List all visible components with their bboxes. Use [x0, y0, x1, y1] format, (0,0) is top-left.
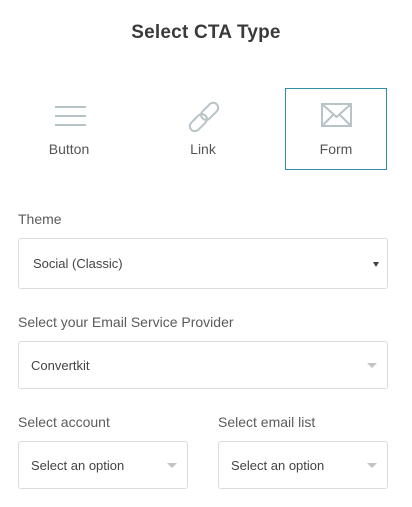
esp-select[interactable]: Convertkit: [18, 341, 388, 389]
envelope-icon: [286, 101, 386, 133]
link-icon: [153, 101, 253, 133]
account-select[interactable]: Select an option: [18, 441, 188, 489]
cta-type-label: Link: [190, 141, 216, 157]
theme-value: Social (Classic): [33, 256, 123, 271]
chevron-down-icon: [373, 261, 379, 267]
esp-value: Convertkit: [31, 357, 90, 373]
email-list-select[interactable]: Select an option: [218, 441, 388, 489]
theme-label: Theme: [18, 211, 62, 227]
email-list-value: Select an option: [231, 457, 325, 473]
account-label: Select account: [18, 414, 110, 430]
menu-lines-icon: [19, 101, 119, 133]
chevron-down-icon: [367, 463, 377, 468]
account-value: Select an option: [31, 457, 125, 473]
cta-type-link[interactable]: Link: [152, 88, 254, 170]
cta-type-form[interactable]: Form: [285, 88, 387, 170]
chevron-down-icon: [167, 463, 177, 468]
cta-type-label: Button: [48, 141, 90, 157]
esp-label: Select your Email Service Provider: [18, 314, 234, 330]
chevron-down-icon: [367, 363, 377, 368]
cta-type-button[interactable]: Button: [18, 88, 120, 170]
panel-title: Select CTA Type: [131, 22, 281, 43]
cta-type-label: Form: [319, 141, 353, 157]
email-list-label: Select email list: [218, 414, 316, 430]
theme-select[interactable]: Social (Classic): [18, 238, 388, 289]
